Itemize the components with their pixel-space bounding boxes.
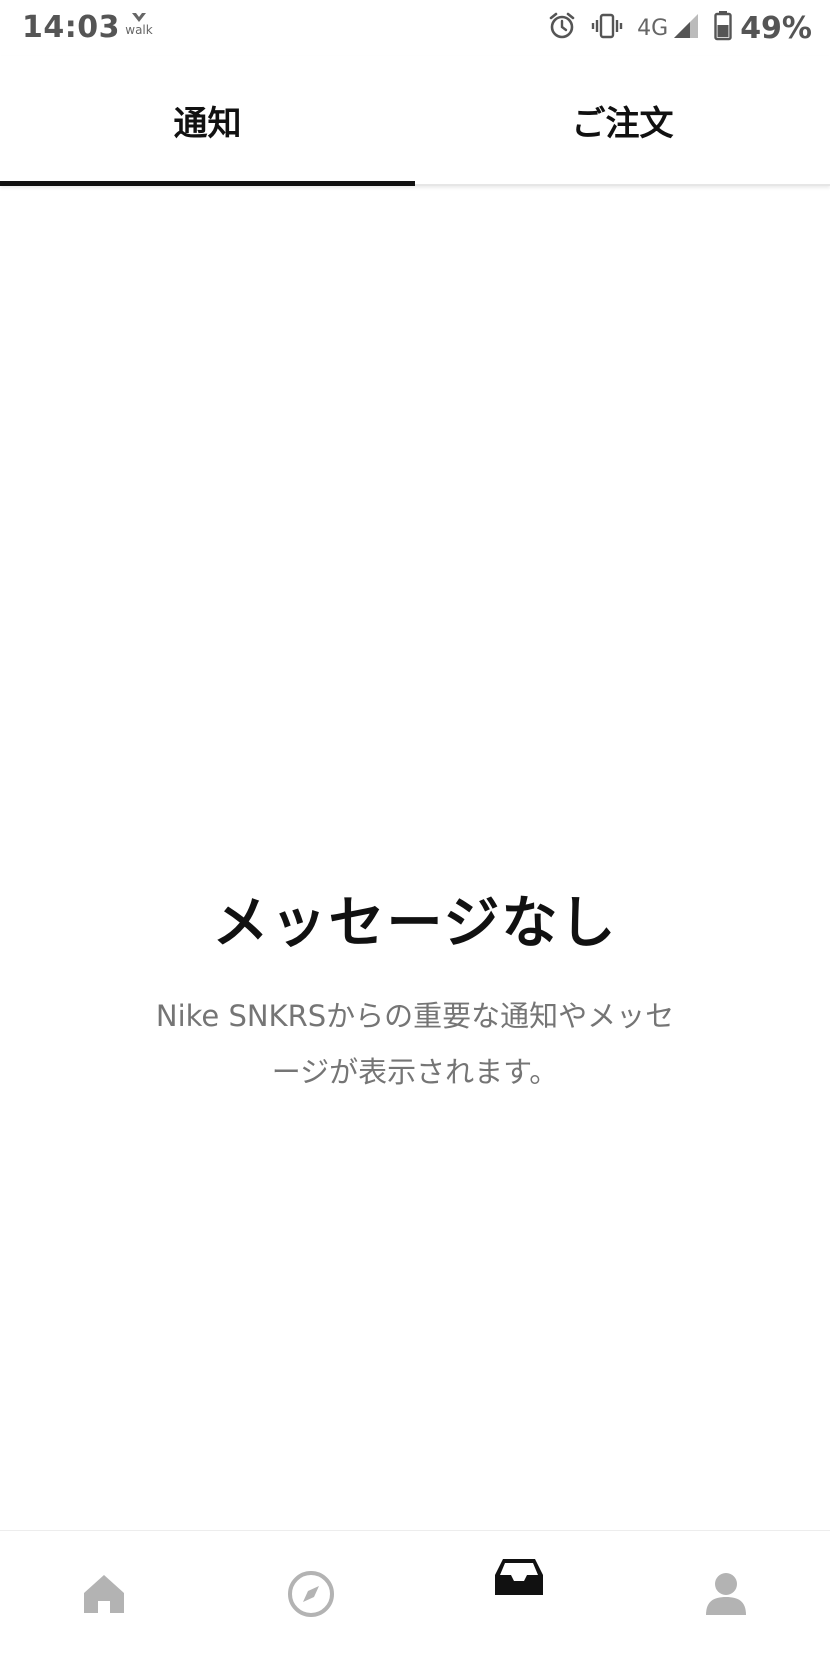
walk-app-icon: walk [122, 12, 156, 36]
tab-orders[interactable]: ご注文 [415, 56, 830, 184]
network-type: 4G [637, 15, 669, 41]
status-icons: 4G 49% [533, 8, 812, 48]
signal-icon [672, 12, 700, 44]
home-icon [82, 1573, 126, 1619]
selected-tab-indicator [0, 181, 415, 186]
tab-notifications-label: 通知 [173, 103, 242, 144]
inbox-icon [493, 1557, 545, 1601]
status-bar: 14:03 walk 4G 49% [0, 0, 830, 56]
empty-state-title: メッセージなし [212, 891, 618, 956]
battery-percentage: 49% [740, 10, 812, 46]
nav-discover-button[interactable] [207, 1531, 414, 1661]
profile-icon [704, 1571, 748, 1621]
tab-bar: 通知 ご注文 [0, 56, 830, 186]
nav-home-button[interactable] [0, 1531, 207, 1661]
bottom-navigation [0, 1530, 830, 1661]
nav-inbox-button[interactable] [415, 1531, 622, 1661]
walk-app-label: walk [125, 23, 153, 37]
battery-icon [714, 11, 732, 45]
tab-orders-label: ご注文 [571, 103, 674, 144]
alarm-icon [547, 11, 577, 45]
empty-state-message: Nike SNKRSからの重要な通知やメッセ ージが表示されます。 [120, 988, 710, 1100]
compass-icon [286, 1569, 336, 1623]
tab-notifications[interactable]: 通知 [0, 56, 415, 184]
empty-state-message-line2: ージが表示されます。 [271, 1055, 559, 1089]
vibrate-icon [591, 12, 623, 44]
status-time: 14:03 [22, 10, 120, 45]
nav-profile-button[interactable] [622, 1531, 829, 1661]
empty-state-message-line1: Nike SNKRSからの重要な通知やメッセ [155, 999, 675, 1033]
